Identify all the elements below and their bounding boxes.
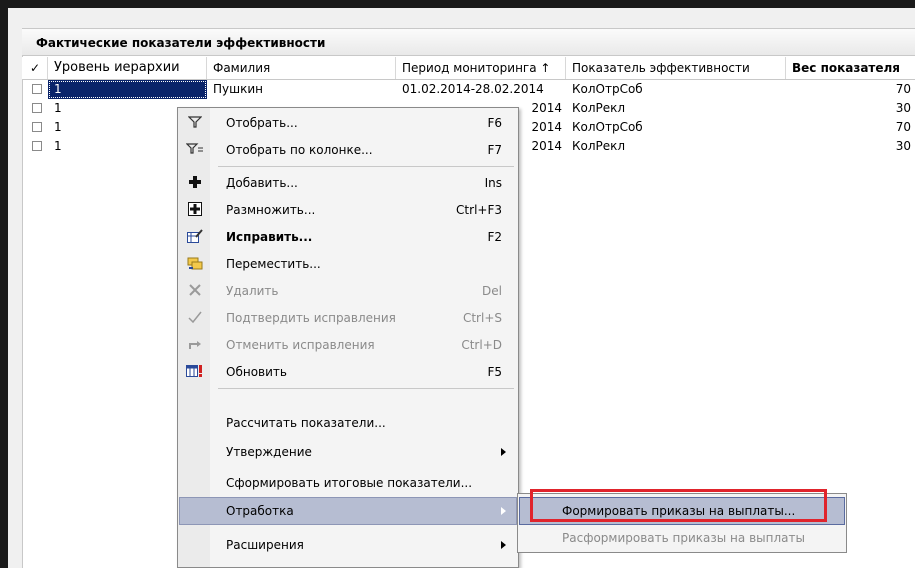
add-icon (186, 175, 204, 191)
menu-item-move[interactable]: Переместить... (180, 251, 516, 277)
menu-item-shortcut: Ctrl+D (461, 338, 502, 352)
header-level[interactable]: Уровень иерархии (48, 57, 207, 79)
header-period[interactable]: Период мониторинга ↑ (396, 57, 566, 79)
duplicate-icon (186, 202, 204, 218)
row-checkbox[interactable] (32, 122, 42, 132)
submenu-arrow-icon (501, 541, 506, 549)
menu-item-label: Переместить... (226, 257, 321, 271)
header-check-column[interactable]: ✓ (22, 57, 48, 79)
submenu-arrow-icon (501, 507, 506, 515)
menu-item-label: Размножить... (226, 203, 316, 217)
menu-item-label: Расширения (226, 538, 304, 552)
header-indicator[interactable]: Показатель эффективности (566, 57, 786, 79)
menu-item-shortcut: F2 (487, 230, 502, 244)
menu-item-processing[interactable]: Отработка (179, 497, 517, 525)
confirm-icon (186, 310, 204, 326)
menu-item-form-totals[interactable]: Сформировать итоговые показатели... (180, 470, 516, 496)
menu-item-calculate[interactable]: Рассчитать показатели... (180, 410, 516, 436)
edit-icon (186, 229, 204, 245)
cell-weight[interactable]: 70 (786, 80, 915, 99)
cell-weight[interactable]: 70 (786, 118, 915, 137)
filter-icon (186, 115, 204, 131)
menu-item-approval[interactable]: Утверждение (180, 439, 516, 465)
menu-item-label: Рассчитать показатели... (226, 416, 386, 430)
menu-item-label: Удалить (226, 284, 279, 298)
grid-header: ✓ Уровень иерархии Фамилия Период монито… (22, 57, 915, 80)
menu-item-extensions[interactable]: Расширения (180, 532, 516, 558)
cell-surname[interactable]: Пушкин (207, 80, 396, 99)
menu-item-shortcut: Ctrl+F3 (456, 203, 502, 217)
grid-title: Фактические показатели эффективности (22, 28, 915, 56)
filter-column-icon (185, 142, 204, 158)
row-checkbox[interactable] (32, 84, 42, 94)
context-menu: Отобрать... F6 Отобрать по колонке... F7… (177, 107, 519, 568)
menu-item-edit[interactable]: Исправить... F2 (180, 224, 516, 250)
refresh-icon (186, 364, 204, 380)
menu-item-shortcut: Ins (484, 176, 502, 190)
cell-indicator[interactable]: КолОтрСоб (566, 80, 786, 99)
menu-item-label: Отменить исправления (226, 338, 375, 352)
callout-highlight-box (530, 489, 827, 522)
menu-item-label: Исправить... (226, 230, 313, 244)
undo-icon (186, 337, 204, 353)
menu-item-label: Обновить (226, 365, 287, 379)
window-frame-top (0, 0, 915, 8)
cell-weight[interactable]: 30 (786, 137, 915, 156)
delete-icon (186, 283, 204, 299)
submenu-item-label: Расформировать приказы на выплаты (562, 531, 805, 545)
menu-item-shortcut: Ctrl+S (462, 311, 502, 325)
cell-indicator[interactable]: КолОтрСоб (566, 118, 786, 137)
menu-item-label: Подтвердить исправления (226, 311, 396, 325)
header-weight[interactable]: Вес показателя (786, 57, 915, 79)
menu-item-filter-by-column[interactable]: Отобрать по колонке... F7 (180, 137, 516, 163)
cell-indicator[interactable]: КолРекл (566, 137, 786, 156)
menu-item-shortcut: Del (482, 284, 502, 298)
menu-item-cancel-edits[interactable]: Отменить исправления Ctrl+D (180, 332, 516, 358)
menu-item-label: Отобрать по колонке... (226, 143, 373, 157)
cell-indicator[interactable]: КолРекл (566, 99, 786, 118)
table-row[interactable]: 1 Пушкин 01.02.2014-28.02.2014 КолОтрСоб… (22, 80, 915, 99)
menu-item-label: Сформировать итоговые показатели... (226, 476, 473, 490)
menu-item-shortcut: F7 (487, 143, 502, 157)
menu-item-filter[interactable]: Отобрать... F6 (180, 110, 516, 136)
menu-separator (218, 388, 514, 389)
submenu-arrow-icon (501, 448, 506, 456)
row-checkbox[interactable] (32, 141, 42, 151)
menu-item-shortcut: F6 (487, 116, 502, 130)
menu-item-label: Отобрать... (226, 116, 298, 130)
row-checkbox[interactable] (32, 103, 42, 113)
menu-separator (218, 166, 514, 167)
submenu-item-dissolve-orders[interactable]: Расформировать приказы на выплаты (520, 525, 844, 551)
window-frame-left (0, 0, 8, 568)
move-icon (186, 256, 204, 272)
cell-weight[interactable]: 30 (786, 99, 915, 118)
menu-item-shortcut: F5 (487, 365, 502, 379)
menu-item-duplicate[interactable]: Размножить... Ctrl+F3 (180, 197, 516, 223)
menu-item-refresh[interactable]: Обновить F5 (180, 359, 516, 385)
menu-item-label: Отработка (226, 504, 294, 518)
menu-item-add[interactable]: Добавить... Ins (180, 170, 516, 196)
cell-period[interactable]: 01.02.2014-28.02.2014 (396, 80, 566, 99)
cell-level[interactable]: 1 (48, 80, 207, 99)
menu-item-label: Добавить... (226, 176, 298, 190)
menu-item-confirm-edits[interactable]: Подтвердить исправления Ctrl+S (180, 305, 516, 331)
header-surname[interactable]: Фамилия (207, 57, 396, 79)
menu-item-delete[interactable]: Удалить Del (180, 278, 516, 304)
menu-item-label: Утверждение (226, 445, 312, 459)
